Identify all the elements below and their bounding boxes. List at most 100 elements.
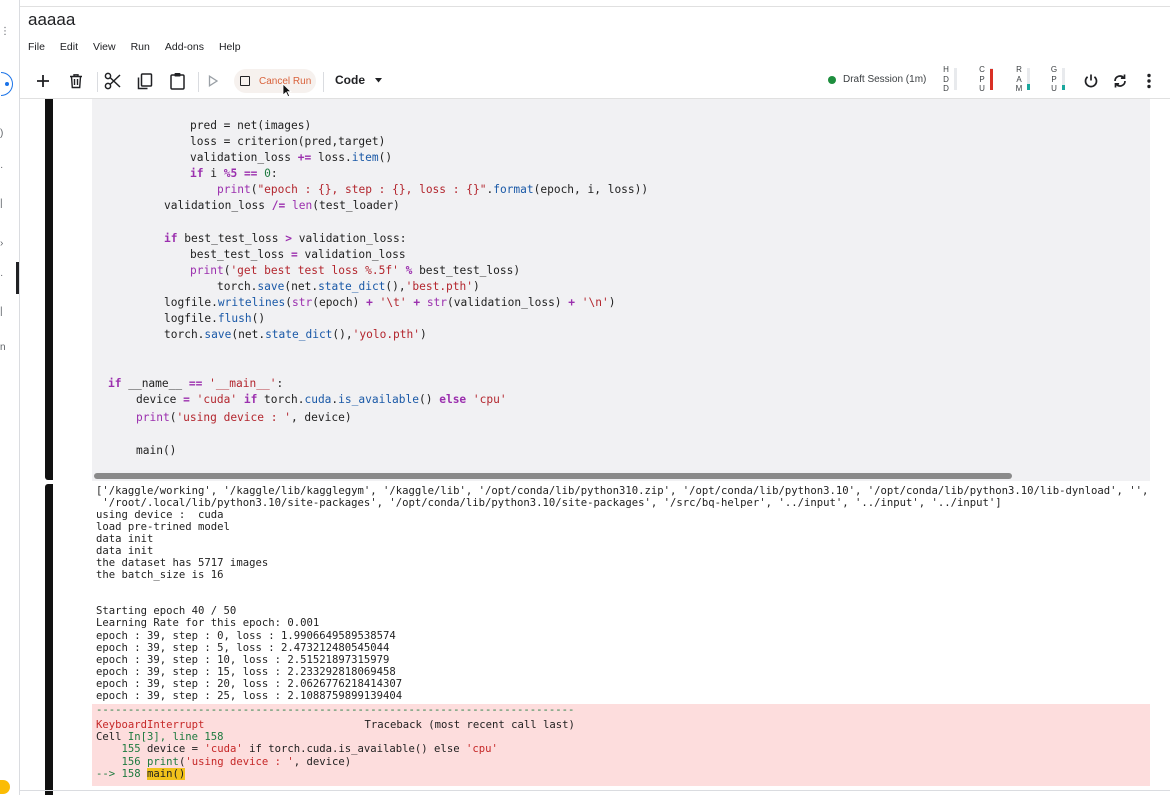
clipped-line [182,99,652,101]
code-line: logfile.writelines(str(epoch) + '\t' + s… [164,296,616,309]
cut-button[interactable] [102,69,124,93]
run-cell-button[interactable] [204,69,222,93]
session-status[interactable]: Draft Session (1m) [828,74,926,85]
meter-letter: D [943,74,949,84]
rail-marker: › [0,238,4,249]
rail-add-data-icon[interactable] [1,72,13,96]
gpu-bar [1062,68,1065,91]
toolbar-divider [198,72,199,92]
code-line: best_test_loss = validation_loss [190,248,406,261]
code-line: validation_loss /= len(test_loader) [164,199,400,212]
meter-letter: H [943,65,949,74]
meter-letter: D [943,84,949,93]
gpu-meter[interactable]: GPU [1050,65,1065,94]
output-line: data init [96,545,154,557]
cell-type-select[interactable]: Code [335,73,382,87]
horizontal-scrollbar-thumb[interactable] [94,473,1012,479]
menu-help[interactable]: Help [219,41,241,53]
cpu-fill [990,69,993,91]
output-line: load pre-trined model [96,521,230,533]
code-line: print('using device : ', device) [136,411,352,424]
rail-marker: · [0,270,4,281]
code-line: print("epoch : {}, step : {}, loss : {}"… [217,183,649,196]
meter-letter: U [1051,84,1057,93]
more-options-button[interactable] [1140,69,1158,93]
more-vert-icon [1147,73,1151,89]
code-line: if best_test_loss > validation_loss: [164,232,407,245]
toolbar: Cancel Run Code Draft Session (1m) HDD C… [20,64,1170,99]
traceback-line-156: 156 print('using device : ', device) [96,756,352,768]
play-icon [208,75,218,87]
output-line: epoch : 39, step : 0, loss : 1.990664958… [96,630,396,642]
rail-active-indicator [16,262,19,294]
output-line: ['/kaggle/working', '/kaggle/lib/kaggleg… [96,485,1149,497]
lightbulb-icon[interactable] [0,780,10,794]
ram-bar [1027,68,1030,91]
menu-edit[interactable]: Edit [60,41,78,53]
paste-button[interactable] [166,69,188,93]
toolbar-divider [323,72,324,92]
power-button[interactable] [1080,69,1102,93]
caret-down-icon [375,77,382,82]
output-cell-bar[interactable] [45,484,53,795]
copy-button[interactable] [134,69,156,93]
hdd-bar [954,68,957,91]
hdd-letters: HDD [942,65,950,94]
traceback-header: KeyboardInterrupt Traceback (most recent … [96,719,575,731]
output-line: the dataset has 5717 images [96,557,269,569]
cpu-meter[interactable]: CPU [978,65,993,94]
cell-selection-bar[interactable] [45,99,53,480]
output-line: epoch : 39, step : 20, loss : 2.06267762… [96,678,403,690]
menu-bar: File Edit View Run Add-ons Help [28,41,241,53]
output-line: '/root/.local/lib/python3.10/site-packag… [96,497,1002,509]
menu-add-ons[interactable]: Add-ons [165,41,204,53]
meter-letter: P [1051,74,1057,84]
code-line: main() [136,444,177,457]
meter-letter: G [1050,65,1058,74]
code-line: torch.save(net.state_dict(),'best.pth') [217,280,480,293]
toolbar-divider [97,72,98,92]
scissors-icon [104,72,121,90]
delete-cell-button[interactable] [65,69,87,93]
cpu-letters: CPU [978,65,986,94]
menu-view[interactable]: View [93,41,116,53]
traceback-separator: ----------------------------------------… [96,704,575,716]
output-line: data init [96,533,154,545]
menu-file[interactable]: File [28,41,45,53]
traceback-cell: Cell In[3], line 158 [96,731,224,743]
code-line: torch.save(net.state_dict(),'yolo.pth') [164,328,427,341]
cancel-run-button[interactable]: Cancel Run [234,69,316,93]
meter-letter: R [1016,65,1022,74]
code-line: pred = net(images) [190,119,312,132]
output-line: Starting epoch 40 / 50 [96,605,237,617]
code-line: if i %5 == 0: [190,167,278,180]
meter-letter: A [1016,74,1022,84]
restart-button[interactable] [1109,69,1131,93]
code-line: logfile.flush() [164,312,266,325]
code-line: loss = criterion(pred,target) [190,135,386,148]
rail-marker: | [0,306,3,317]
hdd-meter[interactable]: HDD [942,65,957,94]
rail-marker: ) [0,128,4,139]
bottom-divider [20,790,1170,791]
output-line: Learning Rate for this epoch: 0.001 [96,617,320,629]
session-label: Draft Session (1m) [843,74,927,85]
power-icon [1084,74,1098,88]
gpu-letters: GPU [1050,65,1058,94]
notebook-title[interactable]: aaaaa [28,10,75,30]
ram-meter[interactable]: RAM [1015,65,1030,94]
menu-run[interactable]: Run [131,41,150,53]
cpu-bar [990,68,993,91]
rail-marker: ⋮ [0,26,10,37]
rail-marker: · [0,162,4,173]
output-line: epoch : 39, step : 25, loss : 2.10887598… [96,690,403,702]
add-cell-button[interactable] [32,69,54,93]
code-editor[interactable]: pred = net(images) loss = criterion(pred… [92,99,1150,481]
code-line: device = 'cuda' if torch.cuda.is_availab… [136,393,507,406]
copy-icon [137,72,153,89]
code-line: if __name__ == '__main__': [108,377,284,390]
stop-icon [240,76,250,86]
output-line: epoch : 39, step : 15, loss : 2.23329281… [96,666,396,678]
traceback-line-158: --> 158 main() [96,768,186,780]
code-line: validation_loss += loss.item() [190,151,393,164]
